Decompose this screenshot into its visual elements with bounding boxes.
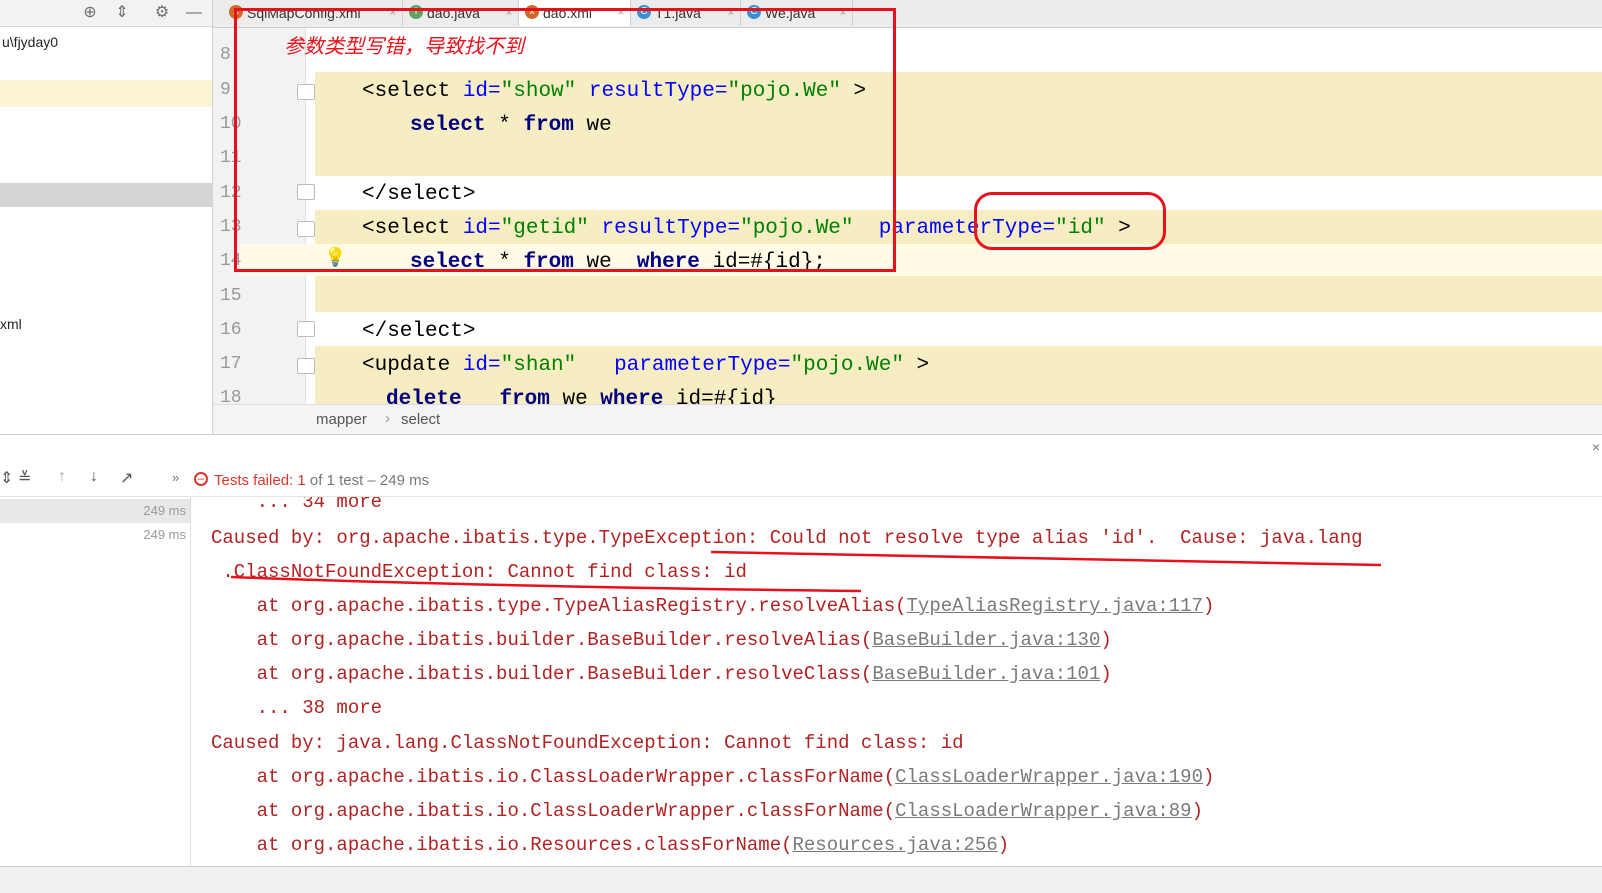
status-bar	[0, 866, 1602, 893]
project-toolbar: ⊕ ⇕ ⚙ —	[0, 0, 212, 27]
test-time: 249 ms	[143, 503, 186, 518]
annotation-circle	[974, 192, 1166, 250]
token: <update	[362, 354, 463, 377]
test-status: Tests failed: 1 of 1 test – 249 ms	[214, 472, 429, 489]
arrow-up-icon[interactable]: ↑	[58, 468, 66, 486]
more-icon[interactable]: »	[172, 470, 179, 485]
token: id=#{id}	[663, 388, 777, 404]
arrow-down-icon[interactable]: ↓	[90, 468, 98, 486]
token: "pojo.We"	[790, 354, 904, 377]
hide-icon[interactable]: —	[184, 3, 204, 23]
token: from	[499, 388, 550, 404]
token: >	[903, 354, 930, 377]
token: delete	[386, 388, 462, 404]
console-output[interactable]: ... 34 more Caused by: org.apache.ibatis…	[191, 497, 1602, 867]
tree-row-highlight[interactable]	[0, 80, 212, 107]
test-tree: 249 ms 249 ms	[0, 497, 191, 867]
line-number: 16	[220, 320, 242, 340]
breadcrumb-item-mapper[interactable]: mapper	[316, 411, 367, 428]
project-path[interactable]: u\fjyday0	[2, 34, 58, 50]
token: "shan"	[500, 354, 577, 377]
close-icon[interactable]: ×	[1592, 439, 1600, 455]
locate-icon[interactable]: ⊕	[80, 3, 100, 23]
breadcrumb-separator: ›	[385, 410, 390, 427]
code-line-18[interactable]: delete from we where id=#{id}	[386, 388, 777, 404]
breadcrumb-item-select[interactable]: select	[401, 411, 440, 428]
line-number: 15	[220, 286, 242, 306]
project-panel: ⊕ ⇕ ⚙ — u\fjyday0 xml	[0, 0, 213, 434]
code-line-18-clip: delete from we where id=#{id}	[380, 388, 1600, 404]
breadcrumb: mapper › select	[213, 404, 1602, 435]
run-panel-header: ×	[0, 434, 1602, 465]
fold-marker[interactable]	[297, 358, 315, 374]
line-number: 17	[220, 354, 242, 374]
export-icon[interactable]: ↗	[120, 468, 133, 488]
test-failed-count: 1	[297, 472, 306, 489]
tree-row-selected[interactable]	[0, 183, 212, 207]
highlight-block-3	[315, 276, 1602, 312]
test-status-label: Tests failed:	[214, 472, 298, 489]
annotation-underlines	[230, 550, 1382, 593]
token: parameterType=	[576, 354, 791, 377]
run-toolbar: ⇕ ≚ ↑ ↓ ↗ » – Tests failed: 1 of 1 test …	[0, 464, 1602, 497]
tree-item-xml[interactable]: xml	[0, 316, 22, 332]
token: id=	[462, 354, 501, 377]
annotation-note: 参数类型写错，导致找不到	[284, 34, 524, 58]
gear-icon[interactable]: ⚙	[152, 3, 172, 23]
token: we	[549, 388, 601, 404]
fold-marker[interactable]	[297, 321, 315, 337]
failed-icon: –	[194, 472, 208, 486]
code-line-16[interactable]: </select>	[362, 320, 475, 343]
token: where	[600, 388, 664, 404]
test-status-rest: of 1 test – 249 ms	[305, 472, 430, 489]
test-time: 249 ms	[143, 527, 186, 542]
collapse-icon[interactable]: ⇕	[0, 468, 13, 488]
code-line-17[interactable]: <update id="shan" parameterType="pojo.We…	[362, 354, 929, 377]
sort-icon[interactable]: ≚	[18, 468, 31, 488]
collapse-all-icon[interactable]: ⇕	[112, 3, 132, 23]
line-number: 18	[220, 388, 242, 404]
